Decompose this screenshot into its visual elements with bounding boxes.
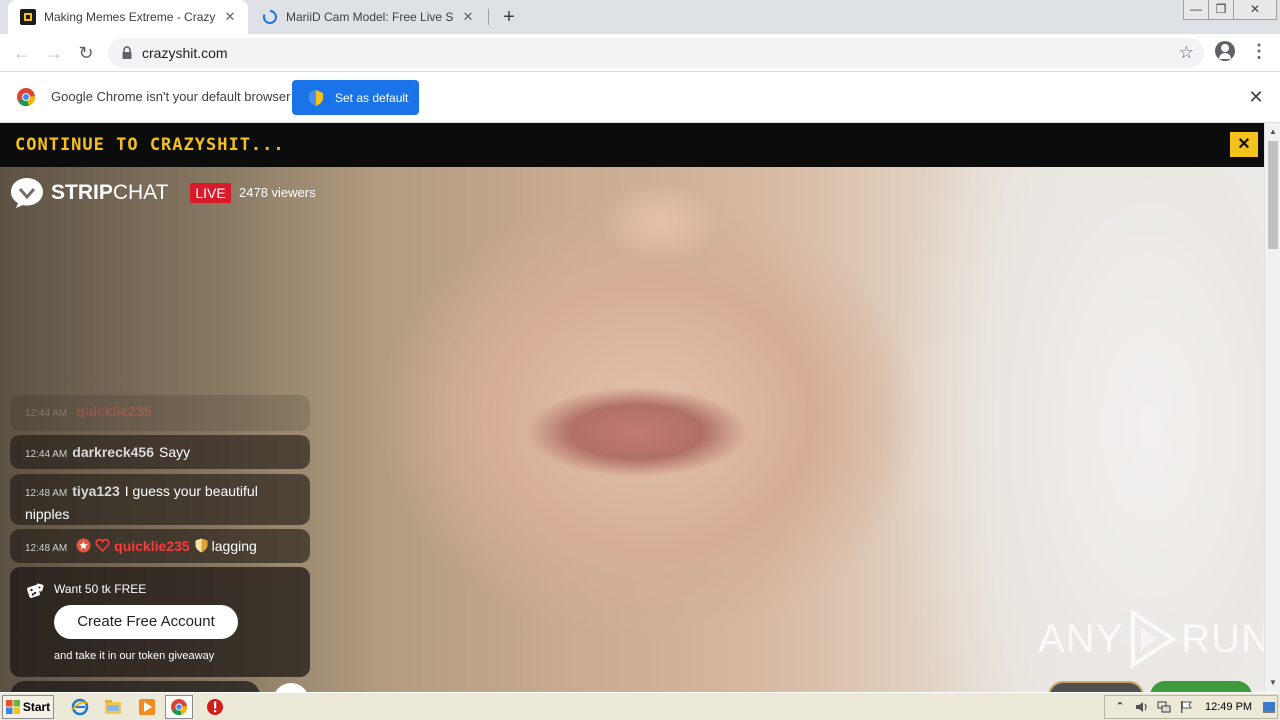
loading-spinner-icon: [262, 10, 277, 24]
start-label: Start: [22, 700, 51, 714]
chat-username[interactable]: quicklie235: [114, 538, 190, 554]
chat-message: 12:48 AM quicklie235 lagging: [10, 529, 310, 563]
chat-username[interactable]: tiya123: [72, 483, 119, 499]
continue-banner-text[interactable]: CONTINUE TO CRAZYSHIT...: [15, 135, 285, 155]
infobar-message: Google Chrome isn't your default browser: [51, 89, 291, 104]
brand-strip: STRIP: [51, 181, 113, 204]
reload-icon[interactable]: ↻: [74, 41, 98, 65]
private-show-button[interactable]: [1150, 681, 1252, 692]
window-close-button[interactable]: ✕: [1233, 0, 1277, 20]
address-bar[interactable]: crazyshit.com ☆: [108, 38, 1204, 68]
chat-time: 12:44 AM: [25, 449, 68, 460]
giveaway-headline: Want 50 tk FREE: [54, 582, 147, 596]
chat-text: lagging: [211, 538, 257, 554]
show-desktop-icon[interactable]: [1262, 700, 1276, 714]
forward-arrow-icon[interactable]: →: [42, 41, 66, 65]
crazyshit-favicon-icon: [20, 9, 36, 25]
tab-crazyshit[interactable]: Making Memes Extreme - Crazy Shit ✕: [8, 0, 248, 34]
chat-username[interactable]: darkreck456: [72, 444, 154, 460]
continue-banner[interactable]: CONTINUE TO CRAZYSHIT... ✕: [0, 123, 1264, 167]
chrome-menu-icon[interactable]: ⋮: [1250, 40, 1268, 64]
set-as-default-label: Set as default: [335, 90, 409, 105]
viewer-count: 2478 viewers: [239, 185, 316, 200]
tray-expand-icon[interactable]: ⌃: [1113, 700, 1127, 714]
uac-shield-icon: [309, 89, 323, 106]
shield-badge-icon: [195, 538, 208, 553]
windows-flag-icon: [5, 700, 20, 714]
action-center-flag-icon[interactable]: [1179, 700, 1193, 714]
taskbar-clock[interactable]: 12:49 PM: [1205, 701, 1252, 713]
giveaway-subtext: and take it in our token giveaway: [54, 650, 215, 662]
anyrun-watermark: ANY RUN: [1038, 607, 1264, 671]
bookmark-star-icon[interactable]: ☆: [1179, 43, 1194, 63]
tab-separator: [488, 9, 489, 25]
back-arrow-icon[interactable]: ←: [10, 41, 34, 65]
restore-button[interactable]: ❐: [1208, 0, 1234, 20]
volume-icon[interactable]: [1135, 700, 1149, 714]
chat-time: 12:48 AM: [25, 543, 68, 554]
tab-title: MariiD Cam Model: Free Live Sex Sho: [286, 10, 454, 24]
chrome-taskbar-button[interactable]: [165, 695, 193, 719]
tab-close-icon[interactable]: ✕: [460, 9, 476, 25]
tab-stripchat[interactable]: MariiD Cam Model: Free Live Sex Sho ✕: [250, 0, 486, 34]
page-viewport: CONTINUE TO CRAZYSHIT... ✕ STRIPCHAT LIV…: [0, 123, 1264, 692]
internet-explorer-icon[interactable]: [71, 698, 89, 716]
dice-icon: [27, 583, 44, 598]
play-triangle-icon: [1131, 609, 1177, 669]
browser-toolbar: ← → ↻ crazyshit.com ☆: [0, 34, 1280, 72]
brand-chat: CHAT: [112, 181, 169, 204]
chat-input[interactable]: [10, 681, 260, 692]
live-badge: LIVE: [190, 183, 231, 203]
new-tab-button[interactable]: +: [498, 6, 520, 28]
minimize-button[interactable]: —: [1183, 0, 1209, 20]
scroll-down-arrow-icon[interactable]: ▼: [1268, 678, 1278, 688]
system-tray: ⌃ 12:49 PM: [1104, 695, 1278, 719]
media-player-icon[interactable]: [138, 698, 156, 716]
watermark-left: ANY: [1038, 616, 1124, 661]
windows-taskbar: Start ⌃ 12:49 PM: [0, 692, 1280, 720]
set-as-default-button[interactable]: Set as default: [292, 80, 419, 115]
profile-avatar-icon[interactable]: [1215, 41, 1235, 61]
chat-message: 12:44 AM darkreck456 Sayy: [10, 435, 310, 469]
scroll-thumb[interactable]: [1268, 141, 1278, 249]
scroll-up-arrow-icon[interactable]: ▲: [1268, 127, 1278, 137]
token-giveaway-card: Want 50 tk FREE Create Free Account and …: [10, 567, 310, 677]
level-star-icon: [76, 538, 91, 553]
url-text: crazyshit.com: [142, 45, 228, 61]
default-browser-infobar: Google Chrome isn't your default browser…: [0, 72, 1280, 123]
chat-username[interactable]: quicklie235: [76, 403, 152, 419]
stripchat-wordmark: STRIPCHAT: [51, 181, 168, 205]
chat-text: Sayy: [159, 444, 191, 460]
create-free-account-button[interactable]: Create Free Account: [54, 605, 238, 639]
tab-strip: Making Memes Extreme - Crazy Shit ✕ Mari…: [0, 0, 1280, 34]
file-explorer-icon[interactable]: [104, 698, 122, 716]
lock-icon: [122, 46, 132, 59]
chat-message: 12:44 AM quicklie235: [10, 395, 310, 431]
chat-message: 12:48 AM tiya123 I guess your beautiful ni…: [10, 474, 310, 525]
chrome-taskbar-icon: [171, 699, 187, 715]
banner-close-button[interactable]: ✕: [1230, 132, 1258, 157]
chrome-logo-icon: [17, 88, 35, 106]
network-icon[interactable]: [1157, 700, 1171, 714]
chat-time: 12:44 AM: [25, 408, 68, 419]
stripchat-logo-icon: [11, 178, 43, 208]
tip-button[interactable]: [1048, 681, 1144, 692]
stop-sign-icon[interactable]: [206, 698, 224, 716]
tab-title: Making Memes Extreme - Crazy Shit: [44, 10, 216, 24]
page-scrollbar[interactable]: ▲ ▼: [1264, 123, 1280, 692]
infobar-close-icon[interactable]: ✕: [1247, 87, 1265, 107]
heart-diamond-icon: [95, 538, 110, 553]
chat-time: 12:48 AM: [25, 488, 68, 499]
tab-close-icon[interactable]: ✕: [222, 9, 238, 25]
start-button[interactable]: Start: [2, 695, 54, 719]
watermark-right: RUN: [1181, 616, 1264, 661]
